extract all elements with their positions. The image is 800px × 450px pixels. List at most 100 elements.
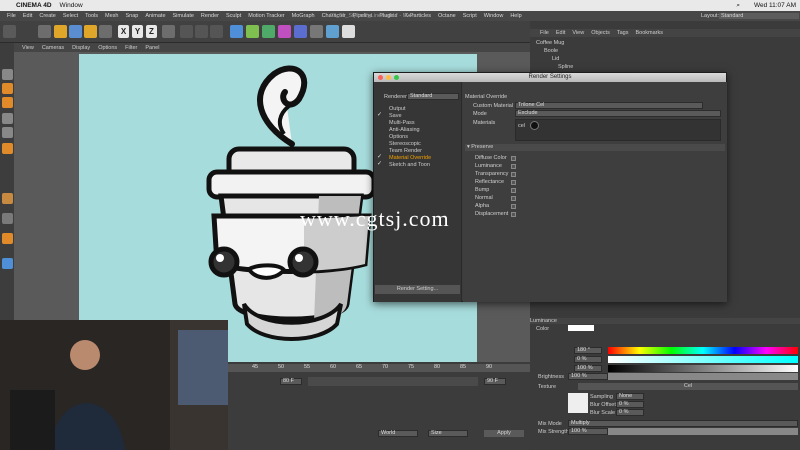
brightness-slider[interactable] [608, 373, 798, 380]
close-icon[interactable] [378, 75, 383, 80]
mix-strength-field[interactable]: 100 % [568, 428, 608, 435]
model-mode-icon[interactable] [2, 83, 13, 94]
mac-menu-window[interactable]: Window [60, 2, 83, 9]
select-tool-icon[interactable] [38, 25, 51, 38]
c4d-menu-simulate[interactable]: Simulate [173, 13, 194, 19]
blur-scale-field[interactable]: 0 % [616, 409, 644, 416]
preserve-item-checkbox[interactable] [511, 172, 516, 177]
section-checkbox[interactable]: ✓ [377, 112, 382, 118]
deformer-icon[interactable] [294, 25, 307, 38]
symmetry-icon[interactable] [2, 233, 13, 244]
om-menu-objects[interactable]: Objects [591, 30, 610, 36]
section-checkbox[interactable]: ✓ [377, 161, 382, 167]
x-axis-button[interactable]: X [118, 25, 129, 38]
section-item[interactable]: Team Render [389, 148, 422, 155]
mix-mode-select[interactable]: Multiply [568, 420, 798, 427]
preserve-item-checkbox[interactable] [511, 188, 516, 193]
c4d-menu-snap[interactable]: Snap [125, 13, 138, 19]
cel-material-icon[interactable] [530, 121, 539, 130]
c4d-menu-window[interactable]: Window [484, 13, 504, 19]
c4d-menu-select[interactable]: Select [63, 13, 78, 19]
renderer-select[interactable]: Standard [407, 93, 459, 100]
points-mode-icon[interactable] [2, 113, 13, 124]
z-axis-button[interactable]: Z [146, 25, 157, 38]
mix-strength-slider[interactable] [608, 428, 798, 435]
size-select[interactable]: Size [428, 430, 468, 437]
object-item-spline[interactable]: Spline [558, 64, 573, 70]
workplane-icon[interactable] [2, 213, 13, 224]
blur-offset-field[interactable]: 0 % [616, 401, 644, 408]
h-field[interactable]: 180 ° [574, 347, 602, 354]
timeline-ruler[interactable]: 45 50 55 60 65 70 75 80 85 90 [228, 364, 530, 372]
om-menu-edit[interactable]: Edit [556, 30, 565, 36]
section-checkbox[interactable] [377, 106, 382, 111]
object-item-lid[interactable]: Lid [552, 56, 559, 62]
render-setting-button[interactable]: Render Setting... [375, 285, 460, 294]
camera-icon[interactable] [326, 25, 339, 38]
section-item[interactable]: Multi-Pass [389, 120, 415, 127]
undo-icon[interactable] [3, 25, 16, 38]
apply-button[interactable]: Apply [484, 430, 524, 437]
edges-mode-icon[interactable] [2, 127, 13, 138]
om-menu-tags[interactable]: Tags [617, 30, 629, 36]
section-checkbox[interactable] [377, 141, 382, 146]
c4d-menu-create[interactable]: Create [39, 13, 56, 19]
c4d-menu-sculpt[interactable]: Sculpt [226, 13, 241, 19]
render-view-icon[interactable] [180, 25, 193, 38]
section-checkbox[interactable] [377, 148, 382, 153]
minimize-icon[interactable] [386, 75, 391, 80]
om-menu-view[interactable]: View [572, 30, 584, 36]
section-item[interactable]: Sketch and Toon [389, 162, 430, 169]
texture-mode-icon[interactable] [2, 97, 13, 108]
saturation-slider[interactable] [608, 356, 798, 363]
recent-tool-icon[interactable] [99, 25, 112, 38]
cube-icon[interactable] [230, 25, 243, 38]
c4d-menu-octane[interactable]: Octane [438, 13, 456, 19]
playback-controls[interactable] [308, 377, 478, 386]
viewport-menu-options[interactable]: Options [98, 45, 117, 51]
viewport-menu-view[interactable]: View [22, 45, 34, 51]
c4d-menu-mograph[interactable]: MoGraph [292, 13, 315, 19]
preserve-item-checkbox[interactable] [511, 204, 516, 209]
color-swatch[interactable] [568, 325, 594, 331]
coordinate-system-icon[interactable] [162, 25, 175, 38]
y-axis-button[interactable]: Y [132, 25, 143, 38]
preserve-item-checkbox[interactable] [511, 212, 516, 217]
mac-app-name[interactable]: CINEMA 4D [16, 2, 52, 9]
preserve-header[interactable]: ▾ Preserve [465, 144, 725, 151]
section-item[interactable]: Anti-Aliasing [389, 127, 420, 134]
subdivision-icon[interactable] [262, 25, 275, 38]
object-item-coffee-mug[interactable]: Coffee Mug [536, 40, 564, 46]
viewport-menu-cameras[interactable]: Cameras [42, 45, 64, 51]
c4d-menu-render[interactable]: Render [201, 13, 219, 19]
hue-slider[interactable] [608, 347, 798, 354]
scale-tool-icon[interactable] [69, 25, 82, 38]
texture-field[interactable]: Cel [578, 383, 798, 390]
section-checkbox[interactable]: ✓ [377, 154, 382, 160]
layout-select[interactable]: Standard [719, 13, 799, 19]
s-field[interactable]: 0 % [574, 356, 602, 363]
brightness-field[interactable]: 100 % [568, 373, 608, 380]
mode-select[interactable]: Exclude [515, 110, 721, 117]
section-checkbox[interactable] [377, 120, 382, 125]
c4d-menu-motion-tracker[interactable]: Motion Tracker [248, 13, 284, 19]
section-checkbox[interactable] [377, 134, 382, 139]
c4d-menu-tools[interactable]: Tools [85, 13, 98, 19]
maximize-icon[interactable] [394, 75, 399, 80]
scene-icon[interactable] [310, 25, 323, 38]
render-picture-viewer-icon[interactable] [195, 25, 208, 38]
c4d-menu-mesh[interactable]: Mesh [105, 13, 118, 19]
object-item-boole[interactable]: Boole [544, 48, 558, 54]
viewport-menu-panel[interactable]: Panel [145, 45, 159, 51]
render-settings-titlebar[interactable]: Render Settings [374, 73, 726, 82]
pen-spline-icon[interactable] [246, 25, 259, 38]
c4d-menu-script[interactable]: Script [463, 13, 477, 19]
value-slider[interactable] [608, 365, 798, 372]
search-icon[interactable]: ⌕ [736, 2, 740, 10]
light-icon[interactable] [342, 25, 355, 38]
section-item[interactable]: Output [389, 106, 406, 113]
preserve-item-checkbox[interactable] [511, 156, 516, 161]
make-editable-icon[interactable] [2, 69, 13, 80]
c4d-menu-edit[interactable]: Edit [23, 13, 32, 19]
v-field[interactable]: 100 % [574, 365, 602, 372]
